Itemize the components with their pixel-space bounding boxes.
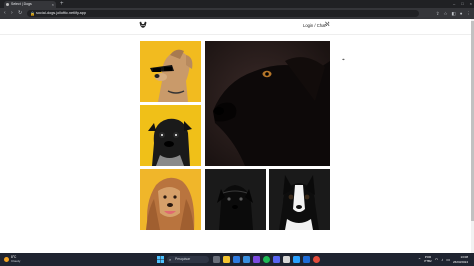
reload-button[interactable]: ↻	[18, 8, 22, 19]
address-bar[interactable]: 🔒 social-dogs.jolloftic.netlify.app	[27, 10, 419, 17]
taskbar-search[interactable]: ⌕ Pesquisar	[167, 256, 209, 263]
tab-close-icon[interactable]: ×	[52, 1, 54, 8]
volume-icon[interactable]: ♪	[441, 254, 443, 265]
browser-tab[interactable]: Select | Dogs ×	[4, 1, 56, 8]
dog-logo-icon[interactable]	[139, 21, 147, 30]
clock[interactable]: 13:08 26/03/2024	[453, 255, 468, 265]
favicon-icon	[6, 3, 9, 6]
back-button[interactable]: ‹	[4, 8, 6, 19]
share-icon[interactable]: ⇪	[436, 8, 440, 19]
windows-start-icon[interactable]	[157, 256, 164, 263]
notepad-icon[interactable]	[283, 256, 290, 263]
edge-icon[interactable]	[233, 256, 240, 263]
toolbar-icons: ⇪ ☆ ◧ ● ⋮	[436, 8, 471, 19]
wifi-icon[interactable]: ◠	[435, 254, 439, 265]
chrome-icon[interactable]	[313, 256, 320, 263]
layout-label: PTB2	[424, 258, 432, 263]
photo-black-lab[interactable]	[205, 41, 330, 166]
url-text[interactable]: social-dogs.jolloftic.netlify.app	[36, 10, 86, 17]
store-icon[interactable]	[243, 256, 250, 263]
clock-date: 26/03/2024	[452, 259, 468, 264]
site-header: Login / Chat ℵ	[0, 19, 474, 35]
lock-icon: 🔒	[30, 11, 35, 16]
photo-boston-terrier[interactable]	[269, 169, 330, 230]
task-view-icon[interactable]	[213, 256, 220, 263]
battery-icon[interactable]: ▭	[446, 254, 450, 265]
close-window-button[interactable]: ×	[470, 0, 472, 8]
file-explorer-icon[interactable]	[223, 256, 230, 263]
bookmark-star-icon[interactable]: ☆	[443, 8, 447, 19]
extensions-icon[interactable]: ◧	[452, 8, 456, 19]
profile-icon[interactable]: ●	[460, 8, 463, 19]
browser-tab-strip: Select | Dogs × + – □ ×	[0, 0, 474, 8]
page-content: Login / Chat ℵ ⌖	[0, 19, 474, 253]
tray-chevron-icon[interactable]: ⌃	[418, 254, 421, 265]
browser-toolbar: ‹ › ↻ 🔒 social-dogs.jolloftic.netlify.ap…	[0, 8, 474, 19]
mouse-cursor-icon: ⌖	[342, 57, 345, 63]
maximize-button[interactable]: □	[461, 0, 463, 8]
vscode-icon[interactable]	[293, 256, 300, 263]
photo-dog-sunglasses[interactable]	[140, 41, 201, 102]
window-controls: – □ ×	[453, 0, 472, 8]
weather-widget[interactable]: 8°C Cloudy	[4, 255, 34, 264]
photo-pug[interactable]	[140, 105, 201, 166]
user-icon[interactable]: ℵ	[325, 21, 329, 30]
tab-title: Select | Dogs	[11, 2, 32, 6]
windows-taskbar: 8°C Cloudy ⌕ Pesquisar ⌃ POR PTB2 ◠ ♪ ▭ …	[0, 253, 474, 266]
search-icon: ⌕	[169, 257, 172, 262]
spotify-icon[interactable]	[263, 256, 270, 263]
menu-icon[interactable]: ⋮	[467, 8, 472, 19]
search-placeholder: Pesquisar	[175, 257, 191, 261]
photo-black-puppy[interactable]	[205, 169, 266, 230]
app-icon[interactable]	[253, 256, 260, 263]
weather-desc: Cloudy	[11, 259, 21, 263]
photo-afghan-hound[interactable]	[140, 169, 201, 230]
forward-button[interactable]: ›	[11, 8, 13, 19]
app-icon-2[interactable]	[303, 256, 310, 263]
keyboard-language[interactable]: POR PTB2	[424, 255, 432, 263]
new-tab-button[interactable]: +	[60, 0, 64, 8]
minimize-button[interactable]: –	[453, 0, 455, 8]
system-tray: ⌃ POR PTB2 ◠ ♪ ▭ 13:08 26/03/2024	[418, 254, 468, 265]
discord-icon[interactable]	[273, 256, 280, 263]
weather-icon	[4, 257, 9, 262]
login-chat-link[interactable]: Login / Chat	[303, 21, 326, 30]
